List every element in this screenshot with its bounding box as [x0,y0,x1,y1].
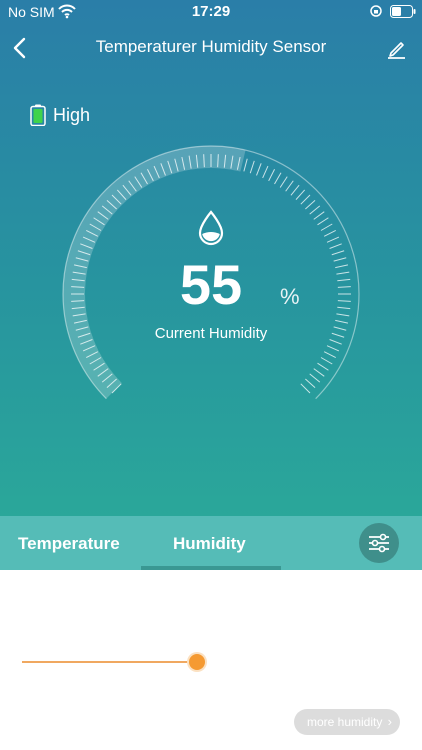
gauge-tick [71,300,85,302]
tab-bar: Temperature Humidity [0,516,422,570]
slider-track [22,661,198,663]
gauge-tick [256,163,262,176]
gauge-tick [337,300,351,302]
humidity-slider[interactable] [22,652,208,672]
humidity-unit: % [280,284,300,309]
gauge-tick [309,373,321,383]
chevron-right-icon: › [387,714,392,729]
gauge-tick [203,154,205,168]
slider-thumb[interactable] [189,654,205,670]
gauge-tick [331,332,345,338]
gauge-tick [285,180,294,192]
battery-icon [390,5,416,18]
gauge-tick [337,306,351,310]
chevron-left-icon[interactable] [10,36,30,60]
gauge-tick [323,229,336,237]
gauge-tick [333,326,347,331]
gauge-tick [317,217,329,226]
sliders-icon [369,533,389,553]
gauge-tick [305,199,316,210]
gauge-tick [317,362,329,371]
gauge-tick [326,236,340,243]
gauge-tick [243,158,248,172]
gauge-tick [329,243,342,249]
gauge-tick [300,194,311,205]
gauge-tick [323,351,336,359]
gauge-tick [320,357,333,365]
gauge-tick [329,339,342,345]
battery-level-icon [30,104,46,126]
gauge-tick [326,345,340,352]
gauge-tick [295,189,306,200]
nav-bar: Temperaturer Humidity Sensor [0,30,422,66]
humidity-value: 55 [179,253,243,316]
orientation-lock-icon [370,5,382,17]
gauge-tick [320,223,333,231]
more-humidity-button[interactable]: more humidity › [294,709,400,735]
gauge-tick [333,257,347,262]
gauge-tick [309,205,321,215]
gauge-tick [337,286,351,288]
tab-humidity[interactable]: Humidity [173,534,246,554]
gauge-tick [274,172,282,185]
gauge-tick [305,378,316,389]
humidity-caption: Current Humidity [154,325,268,342]
gauge-tick [249,160,255,174]
water-drop-icon [198,210,224,246]
settings-button[interactable] [359,523,399,563]
pencil-icon[interactable] [385,38,407,60]
gauge-tick [335,264,349,269]
header-panel: No SIM 17:29 Temperaturer Humidity Senso… [0,0,422,516]
gauge-tick [331,250,345,256]
gauge-tick [71,286,85,288]
active-tab-indicator [141,566,281,570]
gauge-tick [313,368,325,377]
tab-temperature[interactable]: Temperature [18,534,120,554]
wifi-icon [58,4,76,19]
gauge-tick [268,169,276,182]
gauge-tick [217,154,219,168]
page-title: Temperaturer Humidity Sensor [95,37,327,56]
status-bar: No SIM 17:29 [0,0,422,24]
gauge-tick [313,211,325,220]
gauge-tick [337,278,351,282]
battery-level-label: High [53,105,91,125]
gauge-tick [336,271,350,275]
more-humidity-label: more humidity [307,715,383,729]
gauge-tick [262,165,269,179]
gauge-tick [335,319,349,324]
carrier-label: No SIM [8,4,55,20]
gauge-tick [279,176,288,188]
gauge-tick [300,383,311,394]
gauge-tick [290,184,300,196]
gauge-tick [336,313,350,317]
